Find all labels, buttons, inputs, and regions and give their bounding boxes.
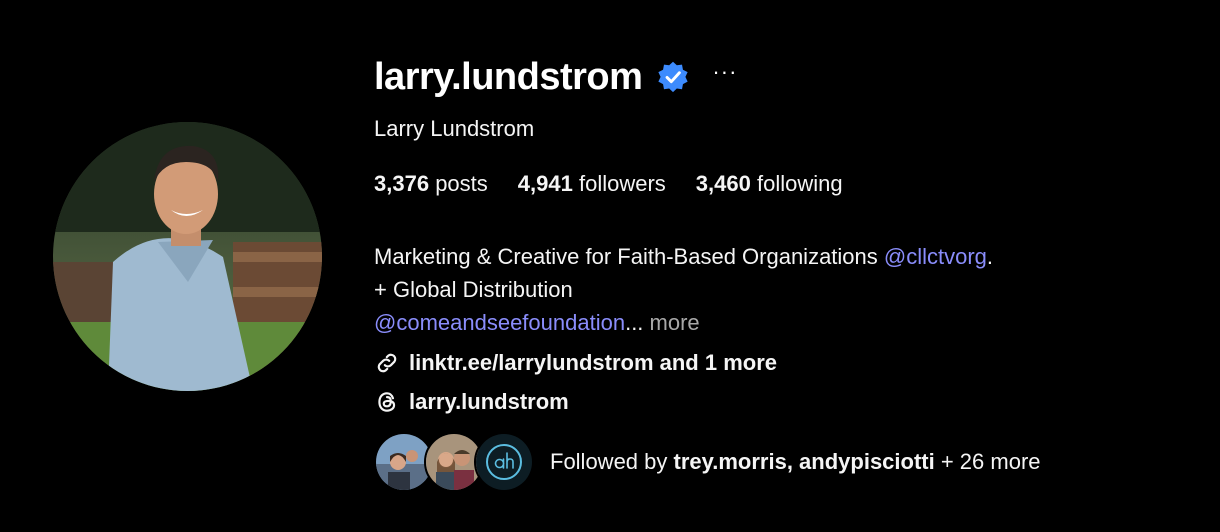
threads-link-text: larry.lundstrom [409, 389, 569, 414]
following-label: following [756, 171, 843, 196]
bio-ellipsis: ... [625, 310, 644, 335]
bio-line-1: Marketing & Creative for Faith-Based Org… [374, 240, 1200, 273]
full-name: Larry Lundstrom [374, 116, 535, 141]
profile-stats: 3,376 posts 4,941 followers 3,460 follow… [374, 171, 1200, 197]
username: larry.lundstrom [374, 55, 643, 98]
follower-avatar-3 [474, 432, 534, 492]
bio: Marketing & Creative for Faith-Based Org… [374, 240, 1200, 339]
threads-icon [374, 389, 400, 415]
bio-line-2: + Global Distribution [374, 277, 573, 302]
followed-by-prefix: Followed by [550, 449, 674, 474]
following-count: 3,460 [695, 171, 751, 196]
profile-picture[interactable] [53, 122, 322, 391]
followed-by-suffix: + 26 more [934, 449, 1041, 474]
website-link-text: linktr.ee/larrylundstrom and 1 more [409, 350, 778, 375]
bio-period: . [986, 244, 994, 269]
posts-stat: 3,376 posts [374, 171, 488, 197]
website-link[interactable]: linktr.ee/larrylundstrom and 1 more [374, 345, 1200, 381]
threads-link[interactable]: larry.lundstrom [374, 384, 1200, 420]
profile-info: larry.lundstrom ··· Larry Lundstrom 3,37… [374, 55, 1200, 420]
bio-text-1: Marketing & Creative for Faith-Based Org… [374, 244, 884, 269]
posts-count: 3,376 [374, 171, 430, 196]
followed-by-names: trey.morris, andypisciotti [673, 449, 935, 474]
followed-by-section[interactable]: Followed by trey.morris, andypisciotti +… [374, 432, 1041, 492]
following-stat[interactable]: 3,460 following [696, 171, 843, 197]
posts-label: posts [435, 171, 488, 196]
mention-cllctvorg[interactable]: @cllctvorg [884, 244, 987, 269]
followers-label: followers [578, 171, 666, 196]
username-row: larry.lundstrom ··· [374, 55, 1200, 99]
link-icon [374, 350, 400, 376]
verified-badge-icon [656, 60, 690, 94]
more-options-button[interactable]: ··· [712, 61, 737, 93]
followers-stat[interactable]: 4,941 followers [518, 171, 666, 197]
bio-line-3: @comeandseefoundation... more [374, 306, 1200, 339]
followed-by-text[interactable]: Followed by trey.morris, andypisciotti +… [550, 449, 1041, 475]
bio-more-link[interactable]: more [650, 310, 700, 335]
followers-count: 4,941 [517, 171, 573, 196]
mention-comeandseefoundation[interactable]: @comeandseefoundation [374, 310, 625, 335]
